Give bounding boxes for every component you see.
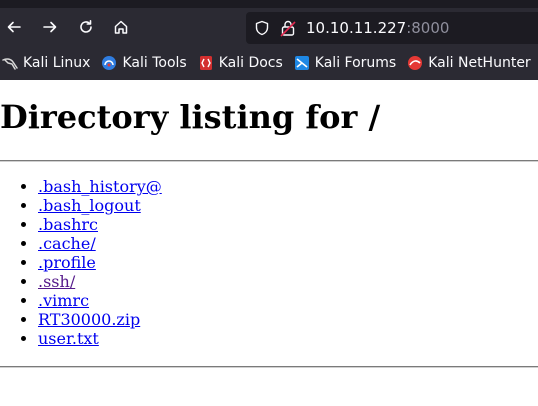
reload-button[interactable] <box>72 13 100 41</box>
list-item: .ssh/ <box>38 272 162 291</box>
bookmark-label: Kali Linux <box>23 55 91 71</box>
list-item: user.txt <box>38 329 162 348</box>
url-bar[interactable]: 10.10.11.227:8000 <box>246 12 538 44</box>
bookmark-label: Kali Tools <box>122 55 187 71</box>
file-link[interactable]: .profile <box>38 253 96 272</box>
kali-docs-icon <box>198 55 214 71</box>
directory-listing: .bash_history@.bash_logout.bashrc.cache/… <box>0 177 162 348</box>
bookmarks-toolbar: Kali Linux Kali Tools Kali Docs Kali For… <box>0 50 538 76</box>
list-item: .bash_logout <box>38 196 162 215</box>
bookmark-label: Kali Forums <box>314 55 397 71</box>
kali-tools-icon <box>101 55 117 71</box>
divider-bottom <box>0 366 538 368</box>
insecure-lock-icon[interactable] <box>280 19 296 37</box>
bookmark-kali-forums[interactable]: Kali Forums <box>294 55 396 71</box>
home-button[interactable] <box>107 13 135 41</box>
back-arrow-icon <box>7 21 21 33</box>
file-link[interactable]: .bash_history@ <box>38 177 162 196</box>
file-link[interactable]: .bashrc <box>38 215 98 234</box>
back-button[interactable] <box>0 13 28 41</box>
bookmark-label: Kali Docs <box>218 55 283 71</box>
list-item: RT30000.zip <box>38 310 162 329</box>
page-title: Directory listing for / <box>0 98 381 136</box>
list-item: .vimrc <box>38 291 162 310</box>
bookmark-kali-nethunter[interactable]: Kali NetHunter <box>407 55 531 71</box>
reload-icon <box>80 20 92 33</box>
tab-strip <box>0 0 538 8</box>
url-text[interactable]: 10.10.11.227:8000 <box>306 19 449 37</box>
bookmark-kali-docs[interactable]: Kali Docs <box>198 55 283 71</box>
file-link[interactable]: RT30000.zip <box>38 310 140 329</box>
forward-button[interactable] <box>36 13 64 41</box>
shield-icon[interactable] <box>254 20 270 36</box>
divider-top <box>0 160 538 162</box>
file-link[interactable]: .bash_logout <box>38 196 141 215</box>
forward-arrow-icon <box>43 21 57 33</box>
list-item: .bash_history@ <box>38 177 162 196</box>
bookmark-kali-linux[interactable]: Kali Linux <box>2 55 90 71</box>
kali-forums-icon <box>294 55 310 71</box>
home-icon <box>114 20 128 34</box>
bookmark-label: Kali NetHunter <box>428 55 531 71</box>
file-link[interactable]: user.txt <box>38 329 99 348</box>
bookmark-kali-tools[interactable]: Kali Tools <box>101 55 187 71</box>
url-port: :8000 <box>406 19 450 37</box>
kali-dragon-icon <box>2 55 18 71</box>
list-item: .bashrc <box>38 215 162 234</box>
list-item: .profile <box>38 253 162 272</box>
browser-toolbar: 10.10.11.227:8000 Kali Linux Kali Tools … <box>0 0 538 80</box>
list-item: .cache/ <box>38 234 162 253</box>
file-link[interactable]: .ssh/ <box>38 272 75 291</box>
url-host: 10.10.11.227 <box>306 19 407 37</box>
file-link[interactable]: .cache/ <box>38 234 96 253</box>
file-link[interactable]: .vimrc <box>38 291 89 310</box>
kali-nethunter-icon <box>407 55 423 71</box>
